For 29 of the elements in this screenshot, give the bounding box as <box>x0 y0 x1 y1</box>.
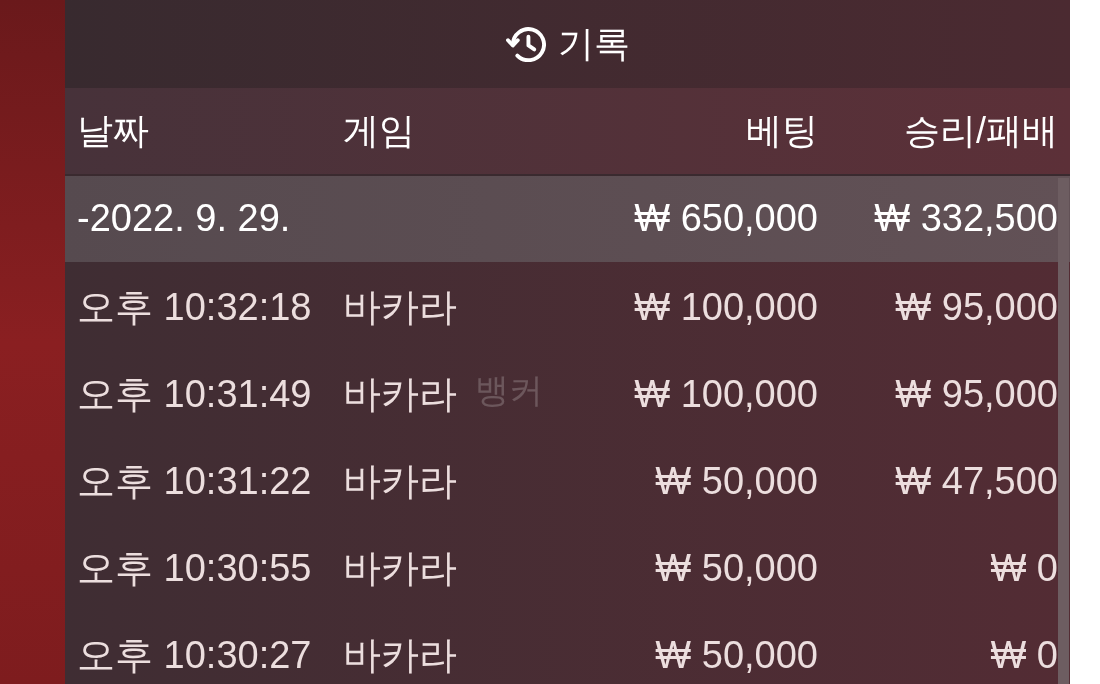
history-icon <box>505 26 546 62</box>
table-cell-text: ₩ 0 <box>990 632 1058 678</box>
group-result-total: ₩ 332,500 <box>874 196 1058 242</box>
table-cell-text: ₩ 0 <box>990 545 1058 591</box>
table-cell-text: 바카라 <box>343 371 457 417</box>
column-header: 날짜 <box>77 109 149 153</box>
group-date: -2022. 9. 29. <box>77 196 291 242</box>
table-cell-text: ₩ 100,000 <box>634 284 818 330</box>
group-bet-total: ₩ 650,000 <box>634 196 818 242</box>
table-cell-text: ₩ 95,000 <box>895 284 1058 330</box>
table-cell-text: 오후 10:32:18 <box>77 284 312 330</box>
column-header: 게임 <box>343 109 415 153</box>
column-header: 승리/패배 <box>904 109 1058 153</box>
table-cell-text: ₩ 47,500 <box>895 458 1058 504</box>
table-cell-text: 오후 10:30:55 <box>77 545 312 591</box>
table-cell-text: 바카라 <box>343 632 457 678</box>
table-cell-text: 바카라 <box>343 458 457 504</box>
table-cell-text: 오후 10:30:27 <box>77 632 312 678</box>
table-cell-text: 바카라 <box>343 545 457 591</box>
table-cell-text: 오후 10:31:22 <box>77 458 312 504</box>
table-cell-text: 바카라 <box>343 284 457 330</box>
table-cell-text: 오후 10:31:49 <box>77 371 312 417</box>
table-cell-text: ₩ 50,000 <box>655 458 818 504</box>
window-title: 기록 <box>557 22 630 66</box>
table-cell-text: ₩ 50,000 <box>655 545 818 591</box>
table-cell-text: ₩ 95,000 <box>895 371 1058 417</box>
column-header: 베팅 <box>746 109 818 153</box>
table-cell-text: ₩ 50,000 <box>655 632 818 678</box>
table-cell-text: ₩ 100,000 <box>634 371 818 417</box>
